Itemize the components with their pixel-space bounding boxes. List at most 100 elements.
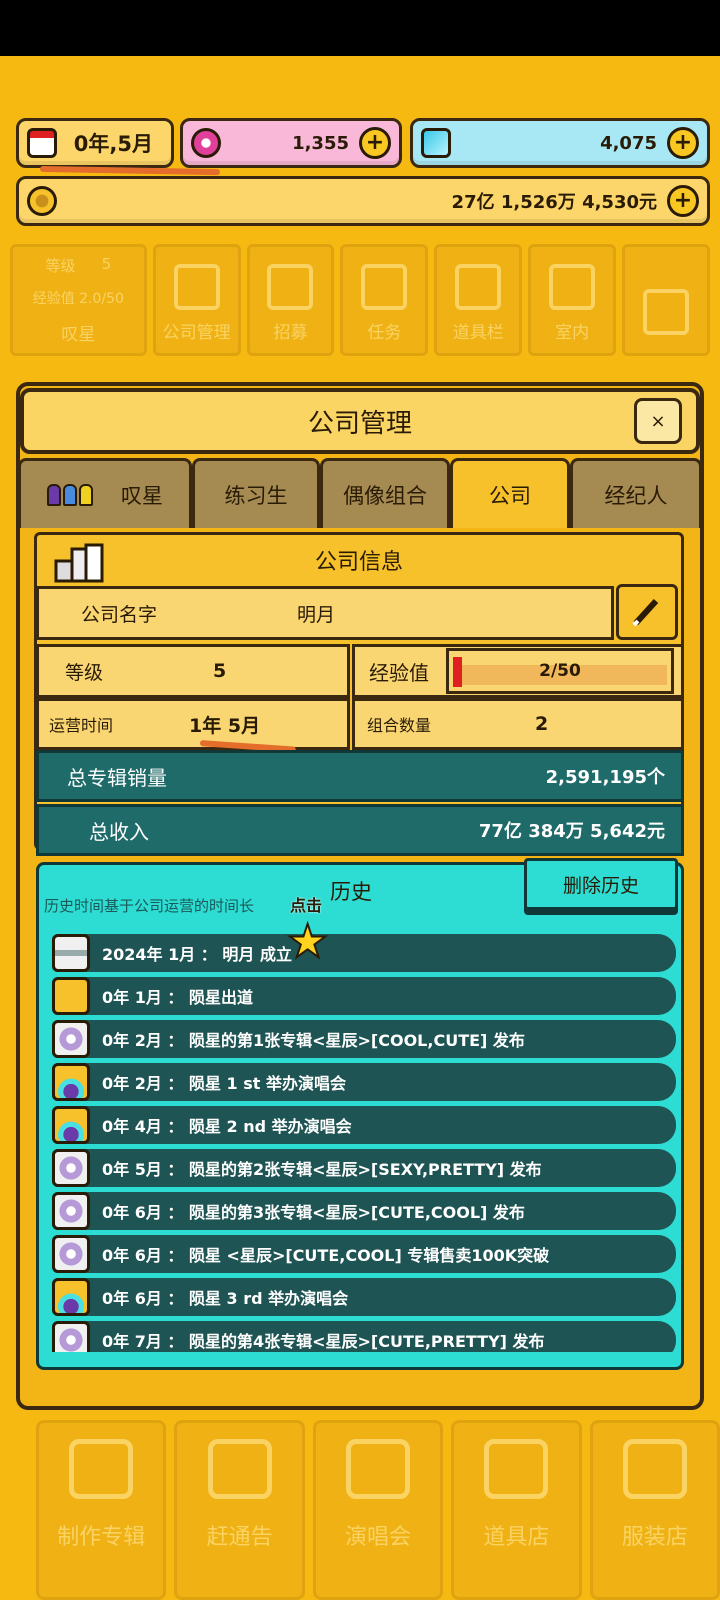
paint-roller-icon	[549, 264, 596, 310]
add-gems-button[interactable]: +	[359, 127, 391, 159]
history-text: 0年 6月 ： 陨星 <星辰>[CUTE,COOL] 专辑售卖100K突破	[102, 1246, 550, 1265]
nav-label: 制作专辑	[57, 1525, 146, 1550]
edit-name-button[interactable]	[616, 584, 678, 640]
history-hint: 历史时间基于公司运营的时间长	[44, 897, 255, 915]
tab-label: 叹星	[121, 483, 163, 508]
tab-manager[interactable]: 经纪人	[570, 458, 702, 528]
add-diamonds-button[interactable]: +	[667, 127, 699, 159]
tab-trainees[interactable]: 练习生	[192, 458, 320, 528]
date-display: 0年,5月	[16, 118, 174, 168]
coin-icon	[27, 186, 57, 216]
tab-idol-groups[interactable]: 偶像组合	[320, 458, 450, 528]
close-button[interactable]: ×	[634, 398, 682, 444]
concert-icon	[52, 1063, 90, 1101]
player-exp: 经验值 2.0/50	[32, 291, 124, 307]
album-icon	[52, 1235, 90, 1273]
diamond-value: 4,075	[600, 132, 657, 154]
tab-company[interactable]: 公司	[450, 458, 570, 528]
gem-icon	[191, 128, 221, 158]
bottom-nav: 制作专辑 赶通告 演唱会 道具店 服装店	[36, 1420, 720, 1600]
nav-schedule[interactable]: 赶通告	[174, 1420, 305, 1600]
panel-title-bar: 公司管理 ×	[20, 388, 700, 454]
exp-label: 经验值	[369, 660, 429, 685]
money-counter: 27亿 1,526万 4,530元 +	[16, 176, 710, 226]
add-money-button[interactable]: +	[667, 185, 699, 217]
nav-item-shop[interactable]: 道具店	[451, 1420, 582, 1600]
exp-progress-bar: 2/50	[446, 648, 674, 694]
level-row: 等级 5	[36, 644, 350, 698]
top-nav: 等级 5 经验值 2.0/50 叹星 公司管理 招募 任务 道具栏 室内	[10, 244, 710, 356]
operating-time-row: 运营时间 1年 5月	[36, 698, 350, 750]
concert-icon	[52, 1106, 90, 1144]
scroll-icon	[361, 264, 408, 310]
history-text: 0年 5月 ： 陨星的第2张专辑<星辰>[SEXY,PRETTY] 发布	[102, 1160, 542, 1179]
history-text: 0年 6月 ： 陨星的第3张专辑<星辰>[CUTE,COOL] 发布	[102, 1203, 525, 1222]
list-item: 0年 4月 ： 陨星 2 nd 举办演唱会	[52, 1106, 676, 1144]
company-name-label: 公司名字	[81, 603, 158, 626]
clear-history-button[interactable]: 删除历史	[524, 858, 678, 910]
money-value: 27亿 1,526万 4,530元	[451, 192, 657, 213]
tab-star[interactable]: 叹星	[18, 458, 192, 528]
list-item: 0年 1月 ： 陨星出道	[52, 977, 676, 1015]
nav-label: 室内	[555, 323, 590, 343]
nav-company-management[interactable]: 公司管理	[152, 244, 241, 356]
nav-mail[interactable]	[622, 244, 710, 356]
shirt-icon	[622, 1439, 687, 1499]
album-icon	[52, 1321, 90, 1352]
nav-label: 招募	[273, 323, 308, 343]
gem-counter: 1,355 +	[180, 118, 402, 168]
group-icon	[47, 483, 93, 506]
total-income-row: 总收入 77亿 384万 5,642元	[36, 804, 684, 856]
list-item: 2024年 1月 ： 明月 成立	[52, 934, 676, 972]
history-list[interactable]: 2024年 1月 ： 明月 成立 0年 1月 ： 陨星出道 0年 2月 ： 陨星…	[52, 934, 676, 1352]
company-icon	[173, 264, 220, 310]
nav-label: 道具栏	[452, 323, 504, 343]
panel-tabs: 叹星 练习生 偶像组合 公司 经纪人	[18, 458, 706, 528]
tab-label: 偶像组合	[343, 483, 427, 508]
company-name-value: 明月	[297, 603, 336, 626]
calendar-icon	[27, 128, 57, 158]
history-text: 0年 2月 ： 陨星的第1张专辑<星辰>[COOL,CUTE] 发布	[102, 1031, 525, 1050]
history-text: 0年 1月 ： 陨星出道	[102, 988, 253, 1007]
concert-icon	[52, 1278, 90, 1316]
tab-label: 练习生	[224, 483, 288, 508]
history-text: 0年 4月 ： 陨星 2 nd 举办演唱会	[102, 1117, 352, 1136]
nav-interior[interactable]: 室内	[528, 244, 617, 356]
diamond-counter: 4,075 +	[410, 118, 710, 168]
star-icon[interactable]: ★	[286, 917, 329, 965]
nav-clothing-shop[interactable]: 服装店	[589, 1420, 720, 1600]
tab-label: 公司	[489, 483, 531, 508]
history-title: 历史	[330, 880, 372, 904]
diamond-icon	[421, 128, 451, 158]
clear-history-label: 删除历史	[562, 874, 639, 897]
gem-value: 1,355	[292, 132, 349, 154]
calendar-icon	[207, 1439, 272, 1499]
nav-make-album[interactable]: 制作专辑	[36, 1420, 167, 1600]
nav-inventory[interactable]: 道具栏	[434, 244, 523, 356]
list-item: 0年 6月 ： 陨星 <星辰>[CUTE,COOL] 专辑售卖100K突破	[52, 1235, 676, 1273]
tap-hint-label: 点击	[290, 896, 323, 915]
mail-icon	[643, 289, 690, 335]
history-text: 0年 6月 ： 陨星 3 rd 举办演唱会	[102, 1289, 349, 1308]
close-icon: ×	[650, 410, 666, 432]
album-icon	[52, 1020, 90, 1058]
list-item: 0年 7月 ： 陨星的第4张专辑<星辰>[CUTE,PRETTY] 发布	[52, 1321, 676, 1352]
disc-icon	[69, 1439, 134, 1499]
company-name-row: 公司名字 明月	[36, 586, 614, 640]
player-card: 等级 5 经验值 2.0/50 叹星	[10, 244, 147, 356]
total-income-value: 77亿 384万 5,642元	[478, 821, 665, 842]
nav-tasks[interactable]: 任务	[340, 244, 429, 356]
company-info-title: 公司信息	[314, 550, 403, 575]
player-name: 叹星	[61, 325, 96, 345]
album-sales-value: 2,591,195个	[545, 767, 665, 788]
nav-recruit[interactable]: 招募	[246, 244, 335, 356]
list-item: 0年 6月 ： 陨星 3 rd 举办演唱会	[52, 1278, 676, 1316]
building-icon	[52, 934, 90, 972]
list-item: 0年 2月 ： 陨星 1 st 举办演唱会	[52, 1063, 676, 1101]
list-item: 0年 5月 ： 陨星的第2张专辑<星辰>[SEXY,PRETTY] 发布	[52, 1149, 676, 1187]
album-icon	[52, 1192, 90, 1230]
stage-icon	[346, 1439, 411, 1499]
operating-time-label: 运营时间	[49, 716, 114, 735]
history-text: 2024年 1月 ： 明月 成立	[102, 945, 292, 964]
nav-concert[interactable]: 演唱会	[312, 1420, 444, 1600]
